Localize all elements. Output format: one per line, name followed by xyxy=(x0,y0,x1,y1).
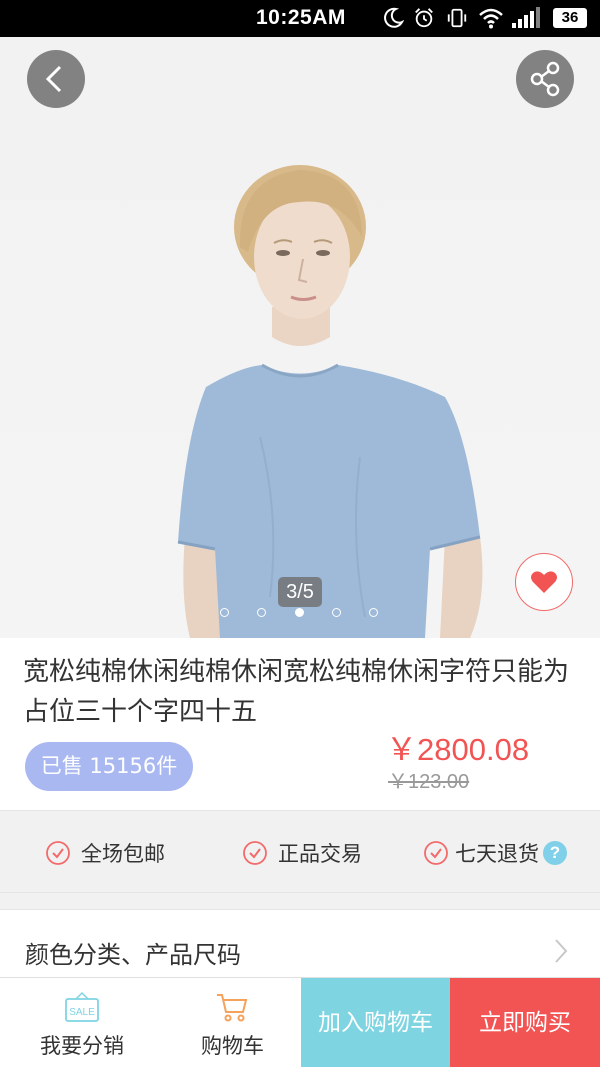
cart-label: 购物车 xyxy=(201,1034,264,1058)
service-authentic: 正品交易 xyxy=(242,839,362,867)
share-button[interactable] xyxy=(516,50,574,108)
buy-now-button[interactable]: 立即购买 xyxy=(450,978,600,1067)
distribute-label: 我要分销 xyxy=(40,1034,124,1058)
sku-options-row[interactable]: 颜色分类、产品尺码 xyxy=(0,909,600,977)
chevron-right-icon xyxy=(555,939,568,963)
pagination-dot[interactable] xyxy=(369,608,378,617)
pagination-dot-active[interactable] xyxy=(295,608,304,617)
favorite-button[interactable] xyxy=(515,553,573,611)
service-seven-day-return: 七天退货 ? xyxy=(423,839,567,867)
vibrate-icon xyxy=(447,8,467,28)
service-label: 正品交易 xyxy=(278,842,362,866)
section-divider xyxy=(0,893,600,909)
battery-icon: 36 xyxy=(553,8,587,28)
product-image[interactable]: 3/5 xyxy=(0,37,600,638)
pagination-dot[interactable] xyxy=(332,608,341,617)
moon-icon xyxy=(384,7,404,28)
alarm-icon xyxy=(415,8,433,28)
status-bar: 10:25AM 36 xyxy=(0,0,600,37)
status-time: 10:25AM xyxy=(256,6,346,29)
share-icon xyxy=(530,61,560,97)
cart-icon xyxy=(217,994,248,1022)
original-price: ￥123.00 xyxy=(388,771,470,793)
pagination-dot[interactable] xyxy=(220,608,229,617)
chevron-left-icon xyxy=(45,65,62,93)
check-circle-icon xyxy=(424,841,448,865)
heart-icon xyxy=(531,571,557,593)
check-circle-icon xyxy=(243,841,267,865)
product-info: 宽松纯棉休闲纯棉休闲宽松纯棉休闲字符只能为占位三十个字四十五 已售 15156件… xyxy=(0,638,600,810)
help-icon[interactable]: ? xyxy=(543,841,567,865)
add-to-cart-button[interactable]: 加入购物车 xyxy=(301,978,450,1067)
current-price: ￥2800.08 xyxy=(386,732,530,767)
sold-count-badge: 已售 15156件 xyxy=(25,742,193,791)
check-circle-icon xyxy=(46,841,70,865)
signal-icon xyxy=(512,7,540,28)
distribute-button[interactable]: SALE 我要分销 xyxy=(0,978,164,1067)
service-guarantees: 全场包邮 正品交易 七天退货 ? xyxy=(0,810,600,893)
back-button[interactable] xyxy=(27,50,85,108)
product-title: 宽松纯棉休闲纯棉休闲宽松纯棉休闲字符只能为占位三十个字四十五 xyxy=(23,657,570,727)
sku-options-label: 颜色分类、产品尺码 xyxy=(25,941,241,969)
sale-tag-icon: SALE xyxy=(65,991,99,1022)
wifi-icon xyxy=(479,8,503,29)
service-free-shipping: 全场包邮 xyxy=(45,839,165,867)
service-label: 全场包邮 xyxy=(81,842,165,866)
cart-button[interactable]: 购物车 xyxy=(164,978,301,1067)
sale-text: SALE xyxy=(69,1007,95,1018)
image-counter: 3/5 xyxy=(278,577,322,607)
bottom-action-bar: SALE 我要分销 购物车 加入购物车 立即购买 xyxy=(0,977,600,1067)
product-photo xyxy=(177,165,483,638)
pagination-dot[interactable] xyxy=(257,608,266,617)
service-label: 七天退货 xyxy=(455,842,539,866)
